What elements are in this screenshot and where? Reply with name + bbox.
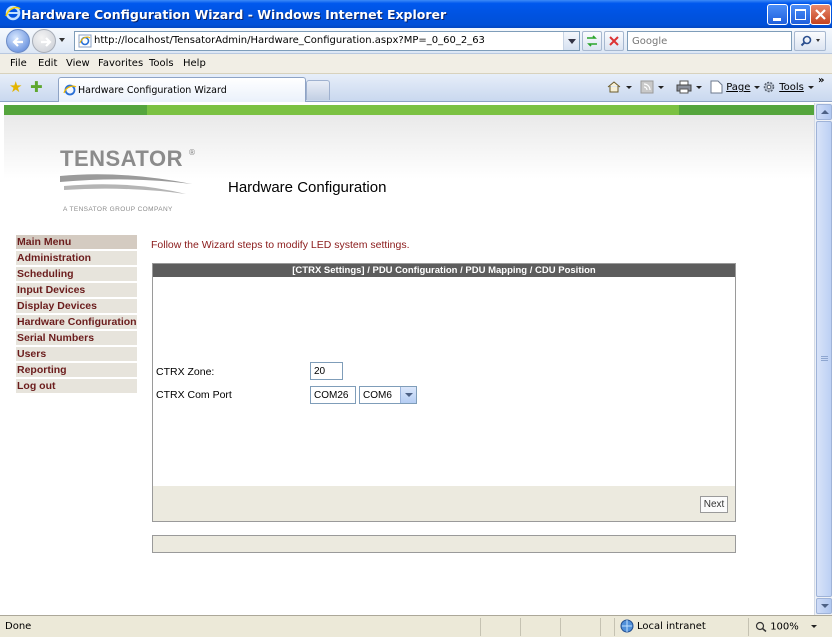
tools-menu-button[interactable]: Tools: [762, 80, 814, 94]
sidebar-item-serial-numbers[interactable]: Serial Numbers: [16, 331, 137, 345]
back-button[interactable]: [6, 29, 30, 53]
tab-bar: ★ ✚ Hardware Configuration Wizard Page T…: [0, 74, 832, 102]
chevron-down-icon[interactable]: [400, 387, 416, 403]
sidebar-item-administration[interactable]: Administration: [16, 251, 137, 265]
chevron-more-icon[interactable]: »: [818, 75, 824, 86]
address-toolbar: http://localhost/TensatorAdmin/Hardware_…: [0, 28, 832, 54]
search-input[interactable]: [628, 32, 778, 50]
wizard-footer: Next: [153, 486, 735, 521]
sidebar-item-input-devices[interactable]: Input Devices: [16, 283, 137, 297]
ie-page-icon: [78, 34, 92, 48]
logo-wordmark: TENSATOR: [60, 146, 183, 171]
window-titlebar: Hardware Configuration Wizard - Windows …: [0, 0, 832, 28]
add-favorites-icon[interactable]: ✚: [30, 80, 43, 95]
security-zone-label: Local intranet: [637, 621, 706, 632]
print-button[interactable]: [676, 80, 702, 94]
close-icon: [815, 9, 826, 20]
stop-button[interactable]: [604, 31, 624, 51]
scroll-thumb[interactable]: [816, 121, 832, 597]
ctrx-com-port-input[interactable]: COM26: [310, 386, 356, 404]
menu-edit[interactable]: Edit: [38, 58, 57, 69]
zoom-icon: [755, 621, 767, 633]
sidebar-item-log-out[interactable]: Log out: [16, 379, 137, 393]
minimize-button[interactable]: [767, 4, 788, 25]
sidebar-item-users[interactable]: Users: [16, 347, 137, 361]
next-button[interactable]: Next: [700, 496, 728, 513]
tab-label: Hardware Configuration Wizard: [78, 85, 227, 96]
sidebar-menu: Main Menu Administration Scheduling Inpu…: [16, 235, 137, 395]
menu-bar: File Edit View Favorites Tools Help: [0, 54, 832, 74]
sidebar-item-display-devices[interactable]: Display Devices: [16, 299, 137, 313]
sidebar-item-hardware-configuration[interactable]: Hardware Configuration: [16, 315, 137, 329]
forward-button[interactable]: [32, 29, 56, 53]
sidebar-item-main-menu[interactable]: Main Menu: [16, 235, 137, 249]
close-window-button[interactable]: [810, 4, 831, 25]
scroll-up-button[interactable]: [816, 104, 832, 120]
menu-view[interactable]: View: [66, 58, 90, 69]
ie-logo-icon: [5, 5, 21, 21]
forward-arrow-icon: [41, 37, 52, 47]
search-icon: [800, 35, 820, 47]
ctrx-zone-label: CTRX Zone:: [156, 366, 215, 378]
new-tab-button[interactable]: [306, 80, 330, 100]
page-title: Hardware Configuration: [228, 179, 387, 196]
feeds-button[interactable]: [640, 80, 664, 94]
tab-hardware-configuration[interactable]: Hardware Configuration Wizard: [58, 77, 306, 102]
menu-tools[interactable]: Tools: [149, 58, 174, 69]
rss-feed-icon: [640, 80, 654, 94]
search-box[interactable]: [627, 31, 792, 51]
tensator-logo: TENSATOR ® A TENSATOR GROUP COMPANY: [60, 146, 196, 224]
home-icon: [607, 81, 621, 93]
menu-help[interactable]: Help: [183, 58, 206, 69]
page-menu-button[interactable]: Page: [710, 80, 761, 94]
menu-favorites[interactable]: Favorites: [98, 58, 143, 69]
ctrx-com-port-label: CTRX Com Port: [156, 389, 232, 401]
refresh-button[interactable]: [582, 31, 602, 51]
favorites-center-icon[interactable]: ★: [9, 80, 22, 95]
wizard-instruction: Follow the Wizard steps to modify LED sy…: [151, 239, 410, 251]
gear-icon: [763, 81, 775, 93]
maximize-button[interactable]: [790, 4, 811, 25]
logo-tagline: A TENSATOR GROUP COMPANY: [63, 206, 173, 213]
com-port-select-value: COM6: [363, 390, 392, 401]
status-bar: Done Local intranet 100%: [0, 615, 832, 637]
ctrx-com-port-select[interactable]: COM6: [359, 386, 417, 404]
logo-swoosh-icon: [60, 174, 192, 194]
sidebar-item-scheduling[interactable]: Scheduling: [16, 267, 137, 281]
wizard-steps-header: [CTRX Settings] / PDU Configuration / PD…: [153, 264, 735, 277]
page-menu-label: Page: [726, 82, 751, 93]
stop-icon: [609, 36, 619, 46]
page-icon: [710, 80, 723, 94]
tools-menu-label: Tools: [779, 82, 804, 93]
local-intranet-icon: [620, 619, 634, 633]
address-url: http://localhost/TensatorAdmin/Hardware_…: [94, 35, 485, 46]
home-button[interactable]: [606, 80, 632, 94]
refresh-icon: [587, 35, 597, 47]
back-arrow-icon: [12, 37, 23, 47]
ie-page-icon: [63, 84, 77, 96]
address-dropdown-button[interactable]: [563, 32, 579, 50]
page-viewport: TENSATOR ® A TENSATOR GROUP COMPANY Hard…: [4, 103, 814, 615]
print-icon: [676, 80, 692, 94]
scroll-down-button[interactable]: [816, 598, 832, 614]
zoom-level[interactable]: 100%: [755, 621, 817, 633]
logo-registered-mark: ®: [188, 148, 196, 157]
search-button[interactable]: [794, 31, 826, 51]
wizard-panel: [CTRX Settings] / PDU Configuration / PD…: [152, 263, 736, 522]
ctrx-zone-input[interactable]: 20: [310, 362, 343, 380]
recent-pages-dropdown[interactable]: [59, 38, 65, 42]
window-title: Hardware Configuration Wizard - Windows …: [21, 7, 447, 22]
status-text: Done: [5, 621, 32, 632]
menu-file[interactable]: File: [10, 58, 27, 69]
sidebar-item-reporting[interactable]: Reporting: [16, 363, 137, 377]
address-field[interactable]: http://localhost/TensatorAdmin/Hardware_…: [74, 31, 580, 51]
vertical-scrollbar[interactable]: [814, 103, 832, 615]
header-stripe: [4, 105, 814, 115]
bottom-message-box: [152, 535, 736, 553]
